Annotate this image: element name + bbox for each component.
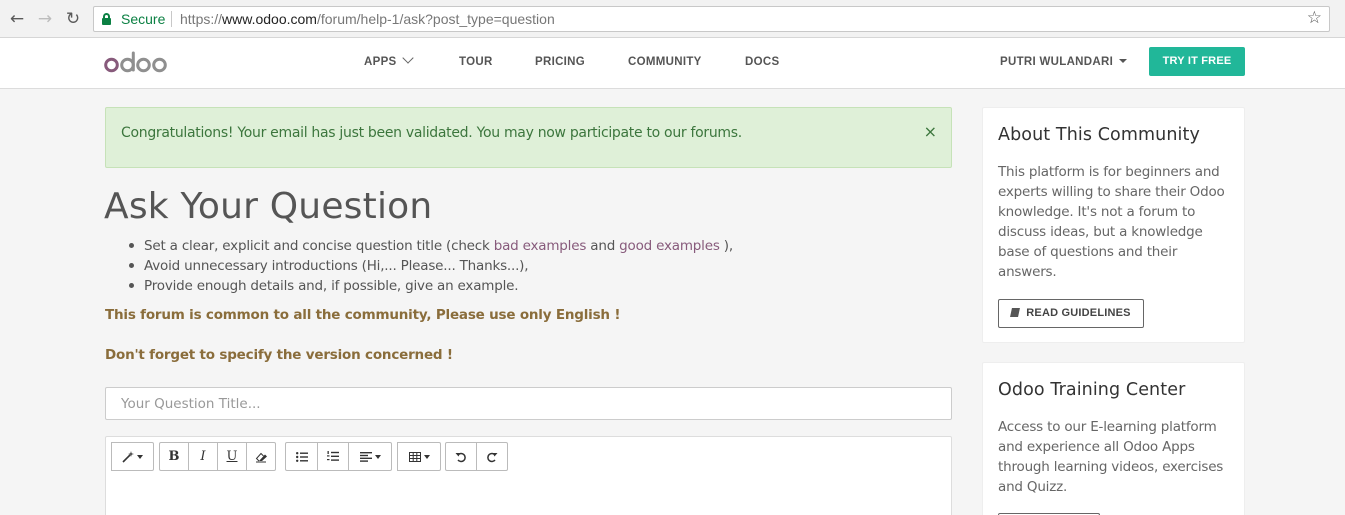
caret-down-icon xyxy=(1119,59,1128,63)
caret-down-icon xyxy=(137,454,143,459)
numbered-list-button[interactable] xyxy=(317,442,349,471)
user-menu[interactable]: PUTRI WULANDARI xyxy=(1000,56,1128,68)
bold-button[interactable]: B xyxy=(159,442,189,471)
tip-text: Set a clear, explicit and concise questi… xyxy=(144,238,490,254)
secure-label: Secure xyxy=(121,11,166,27)
caret-down-icon xyxy=(423,454,430,459)
url-path: /forum/help-1/ask?post_type=question xyxy=(316,11,555,27)
nav-docs[interactable]: DOCS xyxy=(745,56,779,68)
training-center-card: Odoo Training Center Access to our E-lea… xyxy=(982,362,1245,515)
close-icon[interactable]: × xyxy=(924,122,937,141)
style-group xyxy=(111,442,154,471)
nav-pricing[interactable]: PRICING xyxy=(535,56,585,68)
alert-message: Congratulations! Your email has just bee… xyxy=(121,125,742,141)
lock-icon xyxy=(102,13,111,25)
caret-down-icon xyxy=(374,454,381,459)
list-item: Set a clear, explicit and concise questi… xyxy=(104,236,733,256)
try-it-free-button[interactable]: TRY IT FREE xyxy=(1149,47,1245,76)
bad-examples-link[interactable]: bad examples xyxy=(494,238,587,254)
bold-icon: B xyxy=(168,449,180,464)
url-host: www.odoo.com xyxy=(222,11,317,27)
forward-arrow-icon[interactable]: → xyxy=(34,8,56,30)
eraser-icon xyxy=(255,452,267,462)
paragraph-group xyxy=(285,442,392,471)
list-item: Provide enough details and, if possible,… xyxy=(104,276,733,296)
align-left-icon xyxy=(359,451,372,462)
book-icon xyxy=(1010,308,1021,317)
about-card-title: About This Community xyxy=(998,125,1200,145)
version-note: Don't forget to specify the version conc… xyxy=(105,347,453,363)
url-scheme: https:// xyxy=(180,11,223,27)
italic-button[interactable]: I xyxy=(188,442,218,471)
nav-apps-label: APPS xyxy=(364,56,397,68)
training-card-body: Access to our E-learning platform and ex… xyxy=(998,419,1224,495)
redo-button[interactable] xyxy=(476,442,508,471)
clear-format-button[interactable] xyxy=(246,442,276,471)
page-title: Ask Your Question xyxy=(104,186,433,227)
undo-icon xyxy=(455,452,466,462)
history-group xyxy=(445,442,508,471)
undo-button[interactable] xyxy=(445,442,477,471)
italic-icon: I xyxy=(200,449,206,464)
underline-button[interactable]: U xyxy=(217,442,247,471)
style-dropdown[interactable] xyxy=(111,442,154,471)
bulleted-list-icon xyxy=(295,451,308,462)
question-tips-list: Set a clear, explicit and concise questi… xyxy=(104,236,733,296)
nav-community[interactable]: COMMUNITY xyxy=(628,56,702,68)
about-community-card: About This Community This platform is fo… xyxy=(982,107,1245,343)
list-item: Avoid unnecessary introductions (Hi,... … xyxy=(104,256,733,276)
training-card-title: Odoo Training Center xyxy=(998,380,1186,400)
bookmark-star-icon[interactable]: ☆ xyxy=(1307,8,1322,28)
success-alert: Congratulations! Your email has just bee… xyxy=(105,107,952,168)
tip-text: and xyxy=(590,238,616,254)
nav-apps[interactable]: APPS xyxy=(364,52,414,68)
question-title-input[interactable] xyxy=(105,387,952,420)
reload-icon[interactable]: ↻ xyxy=(62,8,84,30)
numbered-list-icon xyxy=(327,451,339,461)
user-name: PUTRI WULANDARI xyxy=(1000,56,1114,68)
url-text[interactable]: https://www.odoo.com/forum/help-1/ask?po… xyxy=(180,11,555,27)
about-card-body: This platform is for beginners and exper… xyxy=(998,164,1225,280)
underline-icon: U xyxy=(226,449,238,464)
redo-icon xyxy=(487,452,498,462)
chevron-down-icon xyxy=(401,52,414,64)
odoo-logo[interactable] xyxy=(104,50,168,74)
site-header: APPS TOUR PRICING COMMUNITY DOCS PUTRI W… xyxy=(0,38,1345,89)
read-guidelines-label: READ GUIDELINES xyxy=(1026,307,1131,319)
table-dropdown[interactable] xyxy=(397,442,441,471)
rich-text-editor[interactable]: B I U xyxy=(105,436,952,515)
align-dropdown[interactable] xyxy=(348,442,392,471)
bulleted-list-button[interactable] xyxy=(285,442,318,471)
address-bar-divider xyxy=(171,11,172,27)
tip-text: ), xyxy=(723,238,733,254)
good-examples-link[interactable]: good examples xyxy=(619,238,720,254)
read-guidelines-button[interactable]: READ GUIDELINES xyxy=(998,299,1144,328)
magic-wand-icon xyxy=(122,450,134,463)
english-only-note: This forum is common to all the communit… xyxy=(105,307,621,323)
browser-toolbar: ← → ↻ Secure https://www.odoo.com/forum/… xyxy=(0,0,1345,38)
back-arrow-icon[interactable]: ← xyxy=(6,8,28,30)
table-group xyxy=(397,442,441,471)
font-style-group: B I U xyxy=(159,442,276,471)
address-bar[interactable]: Secure https://www.odoo.com/forum/help-1… xyxy=(93,6,1330,32)
table-icon xyxy=(408,451,421,462)
nav-tour[interactable]: TOUR xyxy=(459,56,493,68)
